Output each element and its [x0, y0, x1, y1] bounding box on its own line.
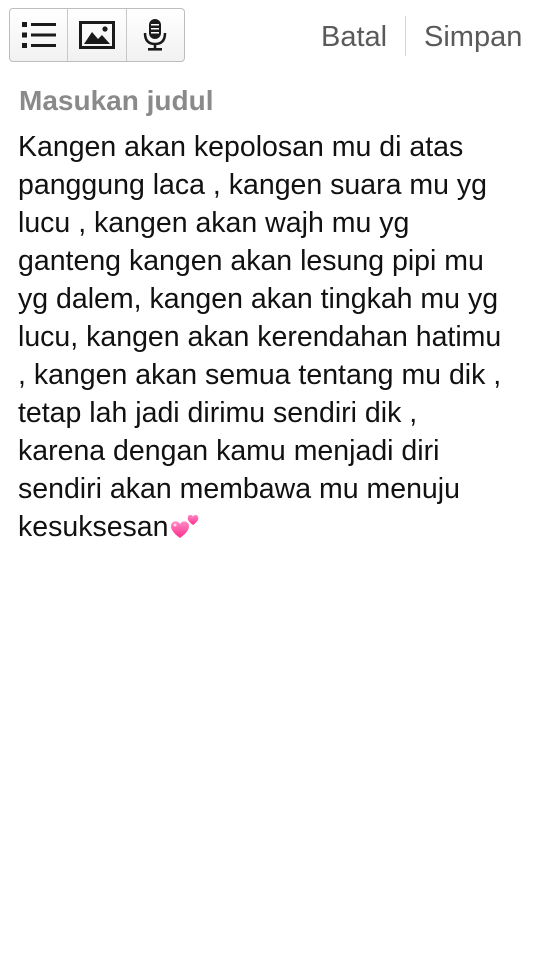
note-body-text[interactable]: Kangen akan kepolosan mu di atas panggun… — [18, 128, 528, 546]
note-editor-screen: Batal Simpan Kangen akan kepolosan mu di… — [0, 0, 540, 960]
action-divider — [405, 16, 406, 56]
microphone-icon — [144, 19, 167, 51]
body-line: panggung laca , kangen suara mu yg — [18, 169, 487, 201]
body-last-line: kesuksesan — [18, 508, 528, 546]
body-line: yg dalem, kangen akan tingkah mu yg — [18, 283, 499, 315]
body-line: lucu, kangen akan kerendahan hatimu — [18, 321, 502, 353]
body-line: tetap lah jadi dirimu sendiri dik , — [18, 397, 418, 429]
voice-input-button[interactable] — [127, 9, 184, 61]
insert-image-button[interactable] — [68, 9, 127, 61]
cancel-button[interactable]: Batal — [321, 17, 387, 57]
image-icon — [78, 21, 115, 49]
list-icon — [21, 22, 56, 48]
body-line: Kangen akan kepolosan mu di atas — [18, 131, 464, 163]
editor-toolbar: Batal Simpan — [0, 0, 540, 72]
body-line: sendiri akan membawa mu menuju — [18, 473, 460, 505]
body-line: karena dengan kamu menjadi diri — [18, 435, 440, 467]
insert-tools-group — [9, 8, 185, 62]
save-button[interactable]: Simpan — [424, 17, 522, 57]
list-button[interactable] — [10, 9, 69, 61]
body-line: ganteng kangen akan lesung pipi mu — [18, 245, 484, 277]
body-line-text: kesuksesan — [18, 511, 169, 543]
body-line: lucu , kangen akan wajh mu yg — [18, 207, 410, 239]
two-hearts-icon — [170, 514, 198, 538]
title-input[interactable] — [19, 82, 519, 120]
body-line: , kangen akan semua tentang mu dik , — [18, 359, 502, 391]
